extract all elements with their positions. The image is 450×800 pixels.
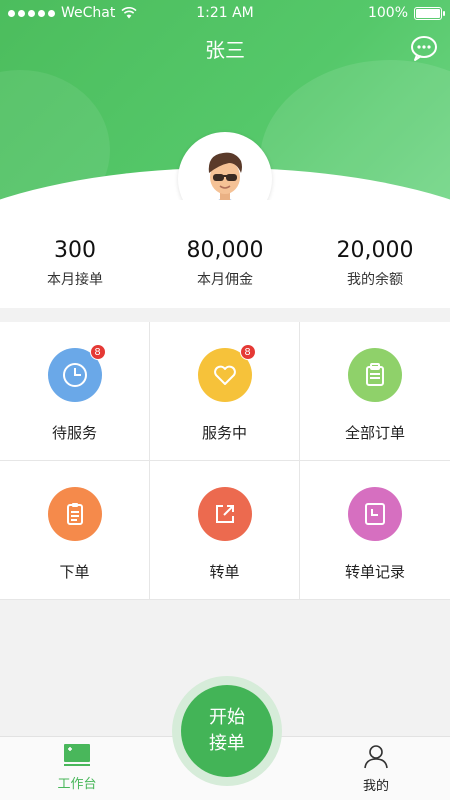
clock-square-icon [348, 487, 402, 541]
stats-row: 300 本月接单 80,000 本月佣金 20,000 我的余额 [0, 200, 450, 308]
grid-item-place-order[interactable]: 下单 [0, 461, 150, 600]
grid-item-label: 全部订单 [344, 424, 405, 442]
chat-bubble-icon[interactable] [410, 34, 438, 62]
stat-monthly-commission: 80,000 本月佣金 [150, 200, 300, 308]
badge-count: 8 [89, 344, 106, 360]
tab-workbench[interactable]: 工作台 [32, 743, 122, 792]
grid-item-label: 服务中 [201, 424, 247, 442]
grid-item-transfer-records[interactable]: 转单记录 [300, 461, 450, 600]
stat-value: 80,000 [186, 238, 264, 263]
grid-item-label: 转单记录 [344, 563, 405, 581]
start-order-button[interactable]: 开始 接单 [181, 685, 273, 777]
stat-label: 我的余额 [347, 272, 403, 288]
stat-label: 本月接单 [47, 272, 103, 288]
badge-count: 8 [239, 344, 256, 360]
tab-label: 我的 [362, 779, 389, 794]
grid-item-pending-service[interactable]: 8 待服务 [0, 322, 150, 461]
grid-item-label: 下单 [59, 563, 90, 581]
status-bar: WeChat 1:21 AM 100% [0, 0, 450, 28]
battery-icon [414, 6, 445, 20]
clock-icon: 8 [47, 344, 106, 402]
stat-monthly-orders: 300 本月接单 [0, 200, 150, 308]
order-form-icon [47, 487, 102, 541]
grid-item-label: 待服务 [51, 424, 97, 442]
tab-mine[interactable]: 我的 [331, 743, 421, 794]
grid-item-label: 转单 [209, 563, 240, 581]
start-button-line: 接单 [209, 733, 245, 754]
share-out-icon [197, 487, 252, 541]
function-grid: 8 待服务 8 服务中 全部订单 下单 转单 转单记录 [0, 322, 450, 600]
stat-balance: 20,000 我的余额 [300, 200, 450, 308]
workbench-icon [64, 744, 90, 766]
start-order-button-ring: 开始 接单 [172, 676, 282, 786]
stat-value: 300 [54, 238, 96, 263]
stat-value: 20,000 [336, 238, 414, 263]
stat-label: 本月佣金 [197, 272, 253, 288]
person-icon [364, 745, 388, 769]
heart-icon: 8 [197, 344, 256, 402]
tab-label: 工作台 [57, 777, 97, 792]
grid-item-transfer-order[interactable]: 转单 [150, 461, 300, 600]
battery-percent: 100% [367, 5, 408, 21]
clipboard-icon [348, 348, 402, 402]
start-button-line: 开始 [209, 707, 245, 728]
grid-item-all-orders[interactable]: 全部订单 [300, 322, 450, 461]
grid-item-in-service[interactable]: 8 服务中 [150, 322, 300, 461]
page-title: 张三 [205, 38, 245, 62]
